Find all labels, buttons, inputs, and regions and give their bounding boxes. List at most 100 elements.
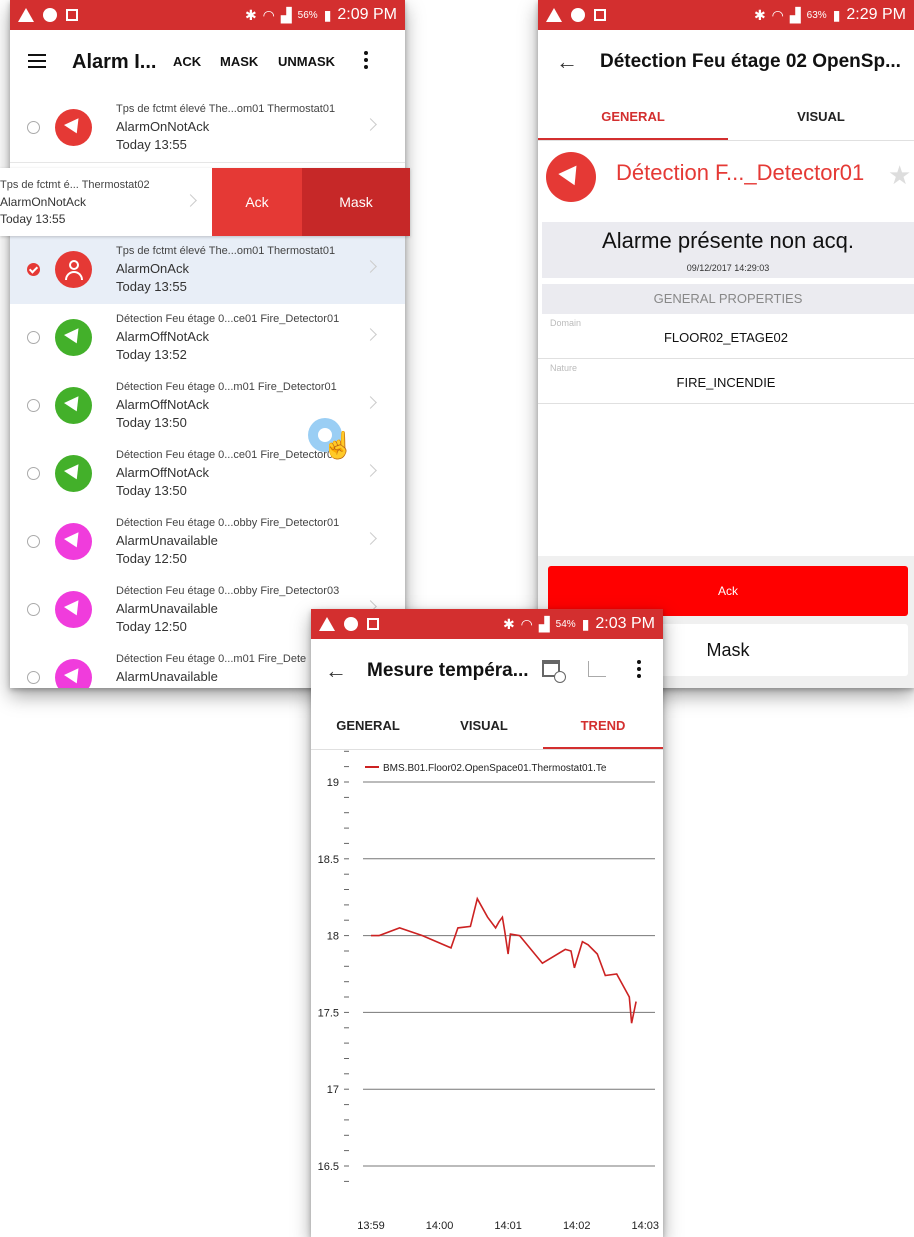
bluetooth-icon: ✱ [244, 6, 257, 23]
tab-visual[interactable]: VISUAL [728, 94, 914, 140]
clock: 2:03 PM [595, 615, 655, 632]
alarm-row[interactable]: Détection Feu étage 0...ce01 Fire_Detect… [10, 304, 405, 373]
notification-icon [571, 8, 585, 22]
warning-icon [546, 8, 562, 22]
app-icon [367, 618, 379, 630]
trend-chart-icon[interactable] [588, 661, 606, 677]
app-icon [594, 9, 606, 21]
bluetooth-icon: ✱ [502, 615, 515, 632]
signal-icon: ▟ [789, 6, 801, 23]
swiped-alarm-row[interactable]: Tps de fctmt é... Thermostat02 AlarmOnNo… [0, 168, 410, 236]
signal-icon: ▟ [280, 6, 292, 23]
alarm-time: Today 12:50 [116, 619, 187, 634]
chevron-right-icon [364, 396, 377, 409]
ack-action-button[interactable]: ACK [173, 30, 201, 94]
trend-chart: 19 18.5 18 17.5 17 16.5 13:59 14:00 14:01 14:02 14… [318, 750, 660, 1232]
status-bar: ✱ ◠ ▟ 56% ▮ 2:09 PM [10, 0, 405, 30]
battery-level: 63% [806, 9, 827, 21]
chevron-right-icon [364, 118, 377, 131]
page-title: Alarm I... [72, 51, 157, 73]
y-tick-label: 17 [327, 1084, 339, 1096]
back-arrow-icon[interactable]: ← [325, 639, 347, 703]
tab-general[interactable]: GENERAL [538, 94, 728, 140]
notification-icon [43, 8, 57, 22]
alarm-status: AlarmOffNotAck [116, 329, 209, 344]
signal-icon: ▟ [538, 615, 550, 632]
notification-icon [344, 617, 358, 631]
app-icon [66, 9, 78, 21]
x-tick-label: 13:59 [357, 1220, 385, 1232]
select-checkbox[interactable] [27, 263, 40, 276]
section-header: GENERAL PROPERTIES [542, 284, 914, 314]
overflow-menu-icon[interactable] [364, 51, 368, 71]
alarm-status: AlarmUnavailable [116, 533, 218, 548]
select-checkbox[interactable] [27, 535, 40, 548]
series-line [371, 896, 637, 1024]
property-key: Domain [550, 318, 582, 328]
alarm-title: Détection Feu étage 0...ce01 Fire_Detect… [116, 313, 340, 325]
unmask-action-button[interactable]: UNMASK [278, 30, 335, 94]
tab-bar: GENERAL VISUAL [538, 94, 914, 141]
alarm-row[interactable]: Tps de fctmt élevé The...om01 Thermostat… [10, 236, 405, 305]
alarm-status: AlarmOffNotAck [116, 465, 209, 480]
battery-level: 56% [297, 9, 318, 21]
select-checkbox[interactable] [27, 399, 40, 412]
select-checkbox[interactable] [27, 121, 40, 134]
alarm-icon [55, 523, 92, 560]
alarm-title: Détection Feu étage 0...obby Fire_Detect… [116, 517, 340, 529]
alarm-status: AlarmUnavailable [116, 601, 218, 616]
app-bar: ← Mesure tempéra... [311, 639, 663, 703]
wifi-icon: ◠ [520, 615, 533, 632]
y-tick-label: 18 [327, 931, 339, 943]
alarm-row[interactable]: Tps de fctmt élevé The...om01 Thermostat… [10, 94, 405, 163]
chevron-right-icon [364, 328, 377, 341]
alarm-status: AlarmOnAck [116, 261, 189, 276]
property-value: FIRE_INCENDIE [676, 375, 776, 390]
overflow-menu-icon[interactable] [637, 660, 641, 680]
alarm-status: AlarmUnavailable [116, 669, 218, 684]
alarm-icon [55, 319, 92, 356]
status-bar: ✱ ◠ ▟ 63% ▮ 2:29 PM [538, 0, 914, 30]
status-bar: ✱ ◠ ▟ 54% ▮ 2:03 PM [311, 609, 663, 639]
property-key: Nature [550, 363, 578, 373]
clock: 2:09 PM [337, 6, 397, 23]
legend-label: BMS.B01.Floor02.OpenSpace01.Thermostat01… [383, 763, 607, 774]
swipe-ack-button[interactable]: Ack [212, 168, 302, 236]
alarm-title: Tps de fctmt élevé The...om01 Thermostat… [116, 245, 336, 257]
alarm-icon [55, 109, 92, 146]
x-tick-label: 14:03 [632, 1220, 660, 1232]
select-checkbox[interactable] [27, 671, 40, 684]
alarm-status: AlarmOnNotAck [116, 119, 210, 134]
page-title: Mesure tempéra... [367, 660, 529, 681]
back-arrow-icon[interactable]: ← [556, 30, 578, 94]
calendar-clock-icon[interactable] [542, 660, 566, 683]
star-icon[interactable]: ★ [888, 160, 911, 191]
alarm-status: AlarmOffNotAck [116, 397, 209, 412]
tab-visual[interactable]: VISUAL [425, 703, 543, 749]
mask-action-button[interactable]: MASK [220, 30, 258, 94]
tab-trend[interactable]: TREND [543, 703, 663, 749]
select-checkbox[interactable] [27, 603, 40, 616]
select-checkbox[interactable] [27, 331, 40, 344]
alarm-title: Tps de fctmt é... Thermostat02 [0, 179, 150, 191]
alarm-icon [55, 591, 92, 628]
alarm-icon [55, 455, 92, 492]
select-checkbox[interactable] [27, 467, 40, 480]
menu-icon[interactable] [28, 54, 46, 68]
wifi-icon: ◠ [262, 6, 275, 23]
app-bar: ← Détection Feu étage 02 OpenSp... [538, 30, 914, 94]
alarm-row[interactable]: Détection Feu étage 0...obby Fire_Detect… [10, 508, 405, 577]
y-tick-label: 18.5 [318, 854, 339, 866]
x-tick-label: 14:02 [563, 1220, 591, 1232]
hand-cursor-icon: ☝ [322, 430, 355, 460]
alarm-detail-screen: ✱ ◠ ▟ 63% ▮ 2:29 PM ← Détection Feu étag… [538, 0, 914, 688]
user-icon [55, 251, 92, 288]
property-row: Nature FIRE_INCENDIE [538, 359, 914, 404]
alarm-status: AlarmOnNotAck [0, 195, 87, 209]
swipe-mask-button[interactable]: Mask [302, 168, 410, 236]
alarm-icon [546, 152, 596, 202]
warning-icon [319, 617, 335, 631]
x-tick-label: 14:01 [494, 1220, 522, 1232]
chevron-right-icon [184, 194, 197, 207]
tab-general[interactable]: GENERAL [311, 703, 425, 749]
